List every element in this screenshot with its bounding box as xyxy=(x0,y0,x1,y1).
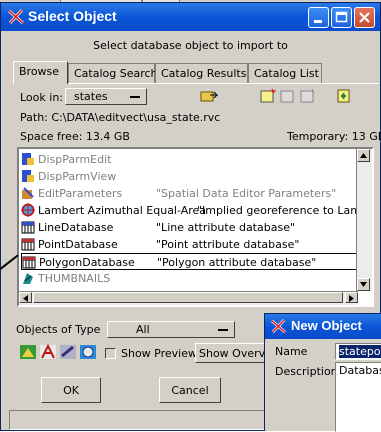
objects-of-type-dropdown[interactable]: All xyxy=(107,321,235,338)
new-object-icon[interactable] xyxy=(259,88,277,104)
show-overview-button[interactable]: Show Overview xyxy=(195,343,271,363)
vector-filter-icon[interactable] xyxy=(39,344,57,360)
cad-filter-icon[interactable] xyxy=(59,344,77,360)
maximize-button[interactable] xyxy=(331,7,352,28)
tntmips-logo-icon xyxy=(8,8,24,25)
path-text: Path: C:\DATA\editvect\usa_state.rvc xyxy=(20,111,221,124)
open-folder-icon[interactable] xyxy=(200,88,218,104)
vertical-scrollbar[interactable] xyxy=(356,149,372,291)
item-name: PointDatabase xyxy=(38,238,118,251)
temporary-space-text: Temporary: 13 GB xyxy=(287,130,381,143)
show-preview-label: Show Preview xyxy=(121,347,197,360)
list-item[interactable]: DispParmView xyxy=(21,168,357,185)
look-in-dropdown[interactable]: states xyxy=(65,88,147,105)
item-name: DispParmEdit xyxy=(38,153,112,166)
arrow-right-icon xyxy=(349,295,354,302)
arrow-up-icon xyxy=(360,153,367,158)
minimize-button[interactable] xyxy=(308,7,329,28)
list-item[interactable]: Lambert Azimuthal Equal-Area "Implied ge… xyxy=(21,202,372,219)
close-icon xyxy=(359,12,370,23)
tab-catalog-list[interactable]: Catalog List xyxy=(248,63,322,83)
scroll-down-button[interactable] xyxy=(357,278,370,291)
look-in-value: states xyxy=(74,90,108,103)
item-description: "Implied georeference to Lambert A xyxy=(197,204,372,217)
new-subobject-icon xyxy=(280,90,294,103)
scroll-right-button[interactable] xyxy=(345,292,358,303)
dropdown-indicator-icon xyxy=(130,96,140,98)
dialog-instruction: Select database object to import to xyxy=(93,39,288,52)
object-info-icon[interactable] xyxy=(335,88,353,104)
new-object-dialog: New Object Name statepop Description Dat… xyxy=(264,313,381,432)
item-name: DispParmView xyxy=(38,170,117,183)
objects-of-type-label: Objects of Type xyxy=(16,323,101,336)
list-item[interactable]: PointDatabase "Point attribute database" xyxy=(21,236,357,253)
database-icon xyxy=(22,256,36,269)
description-label: Description xyxy=(275,365,338,378)
new-object-title-bar[interactable]: New Object xyxy=(265,314,381,339)
dropdown-indicator-icon xyxy=(218,329,228,331)
horizontal-scroll-thumb[interactable] xyxy=(33,292,343,303)
arrow-down-icon xyxy=(360,282,367,287)
delete-object-icon xyxy=(300,88,315,103)
raster-filter-icon[interactable] xyxy=(19,344,37,360)
description-input-value: Database xyxy=(339,364,381,377)
name-input[interactable]: statepop xyxy=(335,343,381,360)
database-icon xyxy=(21,221,35,234)
name-label: Name xyxy=(275,345,308,358)
database-icon xyxy=(21,238,35,251)
show-preview-checkbox[interactable] xyxy=(105,348,116,359)
ok-button[interactable]: OK xyxy=(41,377,101,403)
tntmips-logo-icon xyxy=(270,318,287,334)
minimize-icon xyxy=(314,20,322,23)
parm-icon xyxy=(22,170,34,182)
name-input-value: statepop xyxy=(339,345,381,358)
maximize-icon xyxy=(335,11,348,23)
tab-catalog-search[interactable]: Catalog Search xyxy=(68,63,158,83)
georef-icon xyxy=(21,203,35,217)
look-in-label: Look in: xyxy=(20,91,63,104)
dialog-title: Select Object xyxy=(28,8,117,24)
list-item[interactable]: THUMBNAILS xyxy=(21,270,357,287)
description-input[interactable]: Database xyxy=(335,362,381,432)
object-list: DispParmEdit DispParmView EditParameters… xyxy=(17,147,374,307)
tin-filter-icon[interactable] xyxy=(79,344,97,360)
arrow-left-icon xyxy=(23,295,28,302)
objects-of-type-value: All xyxy=(136,323,150,336)
list-item[interactable]: DispParmEdit xyxy=(21,151,357,168)
item-description: "Line attribute database" xyxy=(156,221,296,234)
scroll-left-button[interactable] xyxy=(19,292,32,303)
space-free-text: Space free: 13.4 GB xyxy=(20,130,130,143)
parm-icon xyxy=(22,153,34,165)
item-description: "Spatial Data Editor Parameters" xyxy=(156,187,337,200)
tab-catalog-results[interactable]: Catalog Results xyxy=(155,63,248,83)
item-name: LineDatabase xyxy=(38,221,114,234)
list-item[interactable]: LineDatabase "Line attribute database" xyxy=(21,219,357,236)
list-item[interactable]: EditParameters "Spatial Data Editor Para… xyxy=(21,185,357,202)
item-name: EditParameters xyxy=(38,187,123,200)
edit-params-icon xyxy=(22,187,34,199)
horizontal-scrollbar[interactable] xyxy=(19,291,358,305)
tab-browse[interactable]: Browse xyxy=(13,61,68,84)
item-name: THUMBNAILS xyxy=(38,272,111,285)
title-bar[interactable]: Select Object xyxy=(1,3,380,31)
item-name: PolygonDatabase xyxy=(39,256,135,269)
scroll-up-button[interactable] xyxy=(357,149,370,162)
cancel-button[interactable]: Cancel xyxy=(159,377,221,403)
item-description: "Point attribute database" xyxy=(156,238,300,251)
list-item-selected[interactable]: PolygonDatabase "Polygon attribute datab… xyxy=(21,253,357,270)
item-name: Lambert Azimuthal Equal-Area xyxy=(38,204,207,217)
item-description: "Polygon attribute database" xyxy=(157,256,317,269)
thumbnails-icon xyxy=(23,273,33,284)
close-button[interactable] xyxy=(354,7,375,28)
new-object-title: New Object xyxy=(291,318,362,333)
